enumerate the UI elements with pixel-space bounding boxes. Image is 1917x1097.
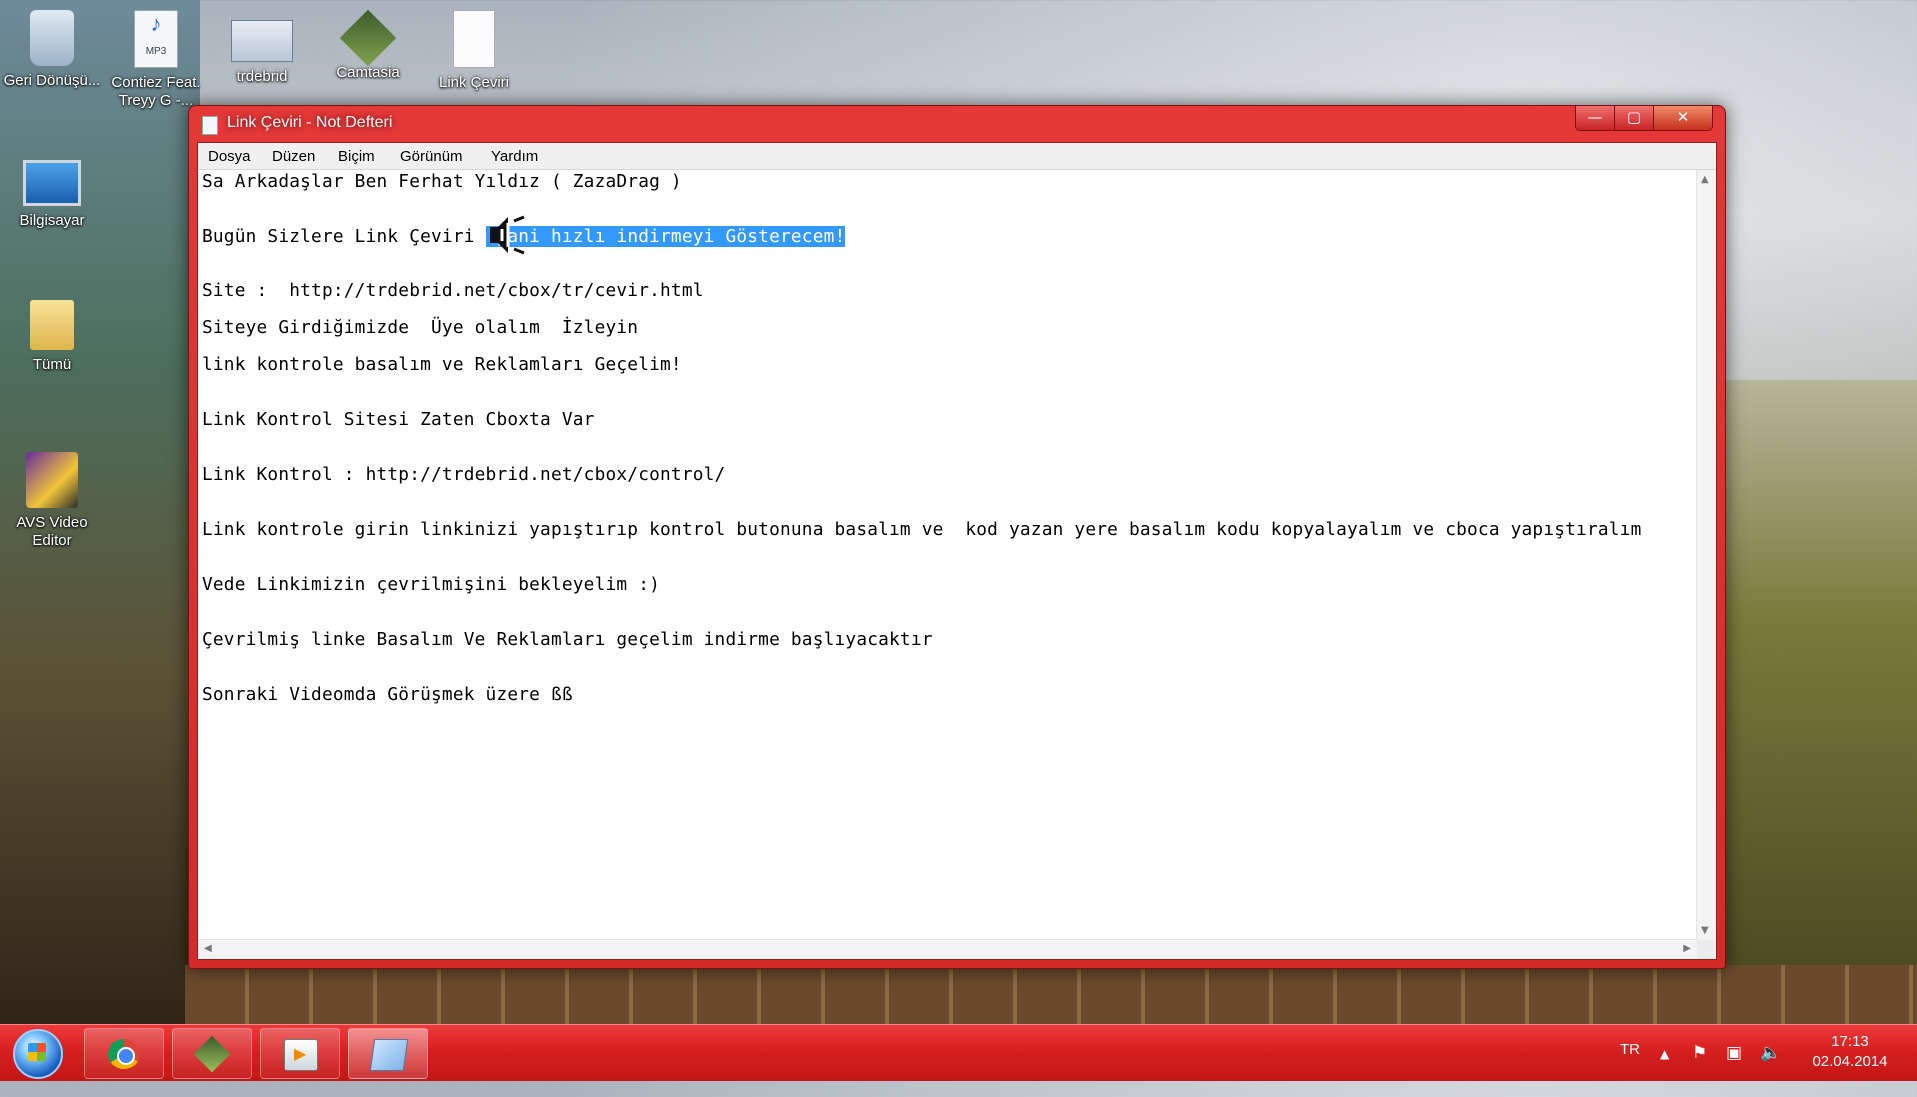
taskbar-media-player-button[interactable] xyxy=(260,1028,340,1079)
language-indicator[interactable]: TR xyxy=(1620,1041,1640,1097)
volume-icon[interactable]: 🔈 xyxy=(1760,1043,1781,1063)
folder-icon xyxy=(30,300,74,350)
notepad-window[interactable]: Link Çeviri - Not Defteri — ▢ ✕ Dosya Dü… xyxy=(188,105,1726,969)
menu-bar: Dosya Düzen Biçim Görünüm Yardım xyxy=(198,143,1716,170)
menu-yardim[interactable]: Yardım xyxy=(491,148,538,165)
desktop-icon-recycle-bin[interactable]: Geri Dönüşü... xyxy=(2,10,102,90)
resize-grip[interactable] xyxy=(1697,940,1716,959)
desktop-icon-trdebrid[interactable]: trdebrid xyxy=(212,10,312,86)
wallpaper-plants xyxy=(1717,380,1917,980)
taskbar: TR ▲ ⚑ ▣ 🔈 17:13 02.04.2014 xyxy=(0,1024,1917,1081)
text-line: Link Kontrol Sitesi Zaten Cboxta Var xyxy=(202,409,595,430)
camtasia-icon xyxy=(339,9,397,67)
text-line: Link Kontrol : http://trdebrid.net/cbox/… xyxy=(202,464,726,485)
text-line-part: Bugün Sizlere Link Çeviri xyxy=(202,226,486,247)
horizontal-scrollbar[interactable]: ◀ ▶ xyxy=(198,939,1697,959)
desktop-icon-label: Geri Dönüşü... xyxy=(3,72,101,89)
desktop-icon-mp3[interactable]: Contiez Feat. Treyy G -... xyxy=(106,10,206,110)
maximize-button[interactable]: ▢ xyxy=(1614,106,1654,131)
text-line: Link kontrole girin linkinizi yapıştırıp… xyxy=(202,519,1642,540)
notepad-client-area: Dosya Düzen Biçim Görünüm Yardım Sa Arka… xyxy=(197,142,1717,960)
scroll-up-icon[interactable]: ▲ xyxy=(1701,174,1709,185)
notepad-icon xyxy=(369,1039,409,1071)
minimize-button[interactable]: — xyxy=(1575,106,1615,131)
vertical-scrollbar[interactable]: ▲ ▼ xyxy=(1696,170,1716,940)
action-center-flag-icon[interactable]: ⚑ xyxy=(1692,1043,1707,1063)
menu-duzen[interactable]: Düzen xyxy=(272,148,315,165)
mouse-cursor-icon xyxy=(490,215,525,255)
menu-bicim[interactable]: Biçim xyxy=(338,148,375,165)
text-line: link kontrole basalım ve Reklamları Geçe… xyxy=(202,354,682,375)
desktop-icon-label: Link Çeviri xyxy=(438,74,510,91)
taskbar-camtasia-button[interactable] xyxy=(172,1028,252,1079)
text-line: Çevrilmiş linke Basalım Ve Reklamları ge… xyxy=(202,629,933,650)
web-shortcut-icon xyxy=(231,20,293,62)
desktop-icon-camtasia[interactable]: Camtasia xyxy=(318,9,418,82)
network-icon[interactable]: ▣ xyxy=(1726,1043,1742,1063)
recycle-bin-icon xyxy=(30,10,74,66)
clock[interactable]: 17:13 02.04.2014 xyxy=(1795,1032,1905,1072)
text-file-icon xyxy=(453,10,495,68)
desktop-icon-link-ceviri[interactable]: Link Çeviri xyxy=(424,10,524,92)
scroll-down-icon[interactable]: ▼ xyxy=(1701,925,1709,936)
close-button[interactable]: ✕ xyxy=(1653,106,1713,131)
selected-text: yani hızlı indirmeyi Gösterecem! xyxy=(485,226,846,247)
menu-dosya[interactable]: Dosya xyxy=(208,148,251,165)
desktop-icon-label: Bilgisayar xyxy=(19,212,85,229)
desktop-icon-label: Contiez Feat. Treyy G -... xyxy=(111,74,201,109)
desktop-icon-label: AVS Video Editor xyxy=(16,514,88,549)
desktop-icon-computer[interactable]: Bilgisayar xyxy=(2,160,102,230)
computer-icon xyxy=(23,160,81,206)
title-bar[interactable]: Link Çeviri - Not Defteri — ▢ ✕ xyxy=(189,106,1725,142)
desktop-icon-label: trdebrid xyxy=(236,68,288,85)
menu-gorunum[interactable]: Görünüm xyxy=(400,148,463,165)
chrome-icon xyxy=(108,1039,140,1069)
text-line: Siteye Girdiğimizde Üye olalım İzleyin xyxy=(202,317,639,338)
clock-time: 17:13 xyxy=(1831,1033,1869,1050)
taskbar-chrome-button[interactable] xyxy=(84,1028,164,1079)
text-line: Sonraki Videomda Görüşmek üzere ßß xyxy=(202,684,573,705)
scroll-left-icon[interactable]: ◀ xyxy=(204,943,212,954)
desktop-icon-avs-video-editor[interactable]: AVS Video Editor xyxy=(2,452,102,550)
show-hidden-icons-icon[interactable]: ▲ xyxy=(1660,1047,1669,1061)
notepad-app-icon xyxy=(202,116,218,135)
mp3-file-icon xyxy=(134,10,178,68)
start-button[interactable] xyxy=(8,1029,68,1079)
scroll-right-icon[interactable]: ▶ xyxy=(1683,943,1691,954)
desktop-icon-folder[interactable]: Tümü xyxy=(2,300,102,374)
text-editor[interactable]: Sa Arkadaşlar Ben Ferhat Yıldız ( ZazaDr… xyxy=(198,170,1697,940)
media-player-icon xyxy=(284,1039,318,1071)
text-line: Sa Arkadaşlar Ben Ferhat Yıldız ( ZazaDr… xyxy=(202,171,682,192)
clock-date: 02.04.2014 xyxy=(1812,1053,1888,1070)
windows-logo-icon xyxy=(13,1029,63,1079)
text-line: Site : http://trdebrid.net/cbox/tr/cevir… xyxy=(202,280,704,301)
taskbar-notepad-button[interactable] xyxy=(348,1028,428,1079)
desktop-icon-label: Tümü xyxy=(32,356,72,373)
desktop-icon-label: Camtasia xyxy=(336,64,400,81)
wallpaper-deck xyxy=(185,965,1917,1025)
window-title: Link Çeviri - Not Defteri xyxy=(227,114,393,131)
avs-video-editor-icon xyxy=(26,452,78,508)
camtasia-icon xyxy=(193,1035,231,1073)
text-line: Vede Linkimizin çevrilmişini bekleyelim … xyxy=(202,574,661,595)
